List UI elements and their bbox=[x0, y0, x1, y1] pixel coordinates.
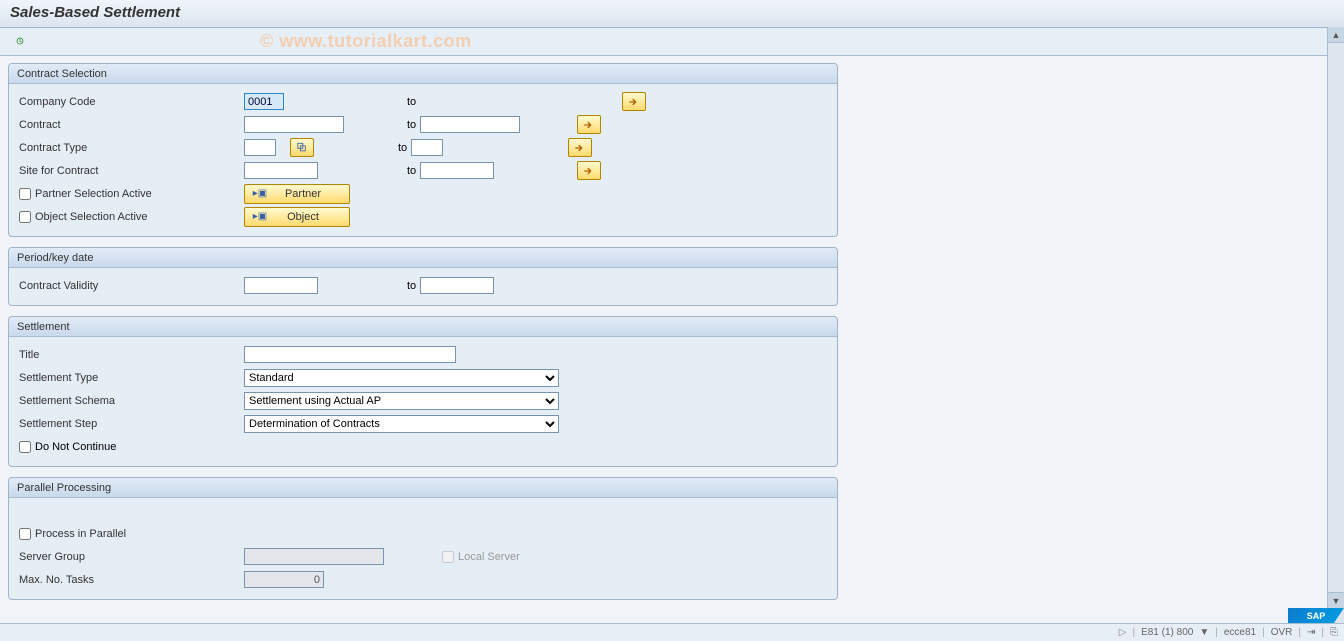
contract-label: Contract bbox=[19, 119, 244, 131]
contract-validity-to-label: to bbox=[407, 280, 420, 292]
status-icon-2[interactable]: ⎘ bbox=[1330, 627, 1338, 638]
process-in-parallel-checkbox[interactable]: Process in Parallel bbox=[19, 528, 244, 540]
object-button-label: Object bbox=[269, 211, 343, 223]
company-code-from-input[interactable] bbox=[244, 93, 284, 110]
settlement-title: Settlement bbox=[9, 317, 837, 337]
status-server: ecce81 bbox=[1224, 627, 1256, 638]
object-selection-active-input[interactable] bbox=[19, 211, 31, 223]
parallel-processing-title: Parallel Processing bbox=[9, 478, 837, 498]
do-not-continue-checkbox[interactable]: Do Not Continue bbox=[19, 441, 116, 453]
contract-selection-group: Contract Selection Company Code to Contr… bbox=[8, 63, 838, 237]
server-group-input bbox=[244, 548, 384, 565]
contract-type-to-input[interactable] bbox=[411, 139, 443, 156]
contract-multiple-selection-button[interactable] bbox=[577, 115, 601, 134]
status-icon-1[interactable]: ⇥ bbox=[1307, 627, 1315, 638]
site-multiple-selection-button[interactable] bbox=[577, 161, 601, 180]
settlement-schema-select[interactable]: Settlement using Actual AP bbox=[244, 392, 559, 410]
contract-validity-label: Contract Validity bbox=[19, 280, 244, 292]
object-selection-active-label: Object Selection Active bbox=[35, 211, 148, 223]
settlement-step-select[interactable]: Determination of Contracts bbox=[244, 415, 559, 433]
execute-button[interactable] bbox=[10, 31, 30, 51]
contract-from-input[interactable] bbox=[244, 116, 344, 133]
partner-button[interactable]: ▸▣ Partner bbox=[244, 184, 350, 204]
local-server-label: Local Server bbox=[458, 551, 520, 563]
page-title-bar: Sales-Based Settlement bbox=[0, 0, 1344, 28]
site-to-input[interactable] bbox=[420, 162, 494, 179]
contract-validity-from-input[interactable] bbox=[244, 277, 318, 294]
settlement-step-label: Settlement Step bbox=[19, 418, 244, 430]
settlement-type-label: Settlement Type bbox=[19, 372, 244, 384]
vertical-scrollbar[interactable]: ▲ ▼ bbox=[1327, 27, 1344, 624]
contract-selection-title: Contract Selection bbox=[9, 64, 837, 84]
status-bar: ▷ | E81 (1) 800 ▼ | ecce81 | OVR | ⇥ | ⎘ bbox=[0, 623, 1344, 641]
max-no-tasks-label: Max. No. Tasks bbox=[19, 574, 244, 586]
site-for-contract-label: Site for Contract bbox=[19, 165, 244, 177]
period-key-date-group: Period/key date Contract Validity to bbox=[8, 247, 838, 306]
status-system: E81 (1) 800 bbox=[1141, 627, 1193, 638]
contract-type-search-help-button[interactable] bbox=[290, 138, 314, 157]
page-title: Sales-Based Settlement bbox=[10, 4, 180, 21]
arrow-right-icon bbox=[575, 143, 585, 153]
settlement-schema-label: Settlement Schema bbox=[19, 395, 244, 407]
site-from-input[interactable] bbox=[244, 162, 318, 179]
process-in-parallel-input[interactable] bbox=[19, 528, 31, 540]
status-mode: OVR bbox=[1271, 627, 1293, 638]
settlement-group: Settlement Title Settlement Type Standar… bbox=[8, 316, 838, 467]
contract-to-label: to bbox=[407, 119, 420, 131]
scroll-down-icon[interactable]: ▼ bbox=[1328, 592, 1344, 608]
dropdown-icon[interactable]: ▼ bbox=[1199, 627, 1209, 638]
arrow-right-icon bbox=[584, 166, 594, 176]
status-nav-left-icon[interactable]: ▷ bbox=[1119, 627, 1127, 638]
partner-button-label: Partner bbox=[269, 188, 343, 200]
partner-selection-active-label: Partner Selection Active bbox=[35, 188, 152, 200]
parallel-processing-group: Parallel Processing Process in Parallel … bbox=[8, 477, 838, 600]
site-to-label: to bbox=[407, 165, 420, 177]
contract-to-input[interactable] bbox=[420, 116, 520, 133]
expand-icon: ▸▣ bbox=[251, 211, 269, 222]
max-no-tasks-input bbox=[244, 571, 324, 588]
expand-icon: ▸▣ bbox=[251, 188, 269, 199]
local-server-input bbox=[442, 551, 454, 563]
watermark-text: © www.tutorialkart.com bbox=[260, 31, 472, 52]
app-toolbar: © www.tutorialkart.com bbox=[0, 28, 1344, 56]
process-in-parallel-label: Process in Parallel bbox=[35, 528, 126, 540]
clock-execute-icon bbox=[16, 34, 24, 48]
contract-type-multiple-selection-button[interactable] bbox=[568, 138, 592, 157]
company-code-label: Company Code bbox=[19, 96, 244, 108]
settlement-title-input[interactable] bbox=[244, 346, 456, 363]
contract-type-label: Contract Type bbox=[19, 142, 244, 154]
settlement-type-select[interactable]: Standard bbox=[244, 369, 559, 387]
company-code-to-label: to bbox=[407, 96, 587, 108]
contract-validity-to-input[interactable] bbox=[420, 277, 494, 294]
local-server-checkbox: Local Server bbox=[442, 551, 520, 563]
contract-type-from-input[interactable] bbox=[244, 139, 276, 156]
partner-selection-active-checkbox[interactable]: Partner Selection Active bbox=[19, 188, 244, 200]
do-not-continue-label: Do Not Continue bbox=[35, 441, 116, 453]
do-not-continue-input[interactable] bbox=[19, 441, 31, 453]
partner-selection-active-input[interactable] bbox=[19, 188, 31, 200]
object-button[interactable]: ▸▣ Object bbox=[244, 207, 350, 227]
arrow-right-icon bbox=[629, 97, 639, 107]
server-group-label: Server Group bbox=[19, 551, 244, 563]
main-form-area: Contract Selection Company Code to Contr… bbox=[0, 56, 1344, 616]
arrow-right-icon bbox=[584, 120, 594, 130]
contract-type-to-label: to bbox=[398, 142, 411, 154]
scroll-up-icon[interactable]: ▲ bbox=[1328, 27, 1344, 43]
search-help-icon bbox=[297, 142, 307, 153]
company-code-multiple-selection-button[interactable] bbox=[622, 92, 646, 111]
period-key-date-title: Period/key date bbox=[9, 248, 837, 268]
object-selection-active-checkbox[interactable]: Object Selection Active bbox=[19, 211, 244, 223]
settlement-title-field-label: Title bbox=[19, 349, 244, 361]
